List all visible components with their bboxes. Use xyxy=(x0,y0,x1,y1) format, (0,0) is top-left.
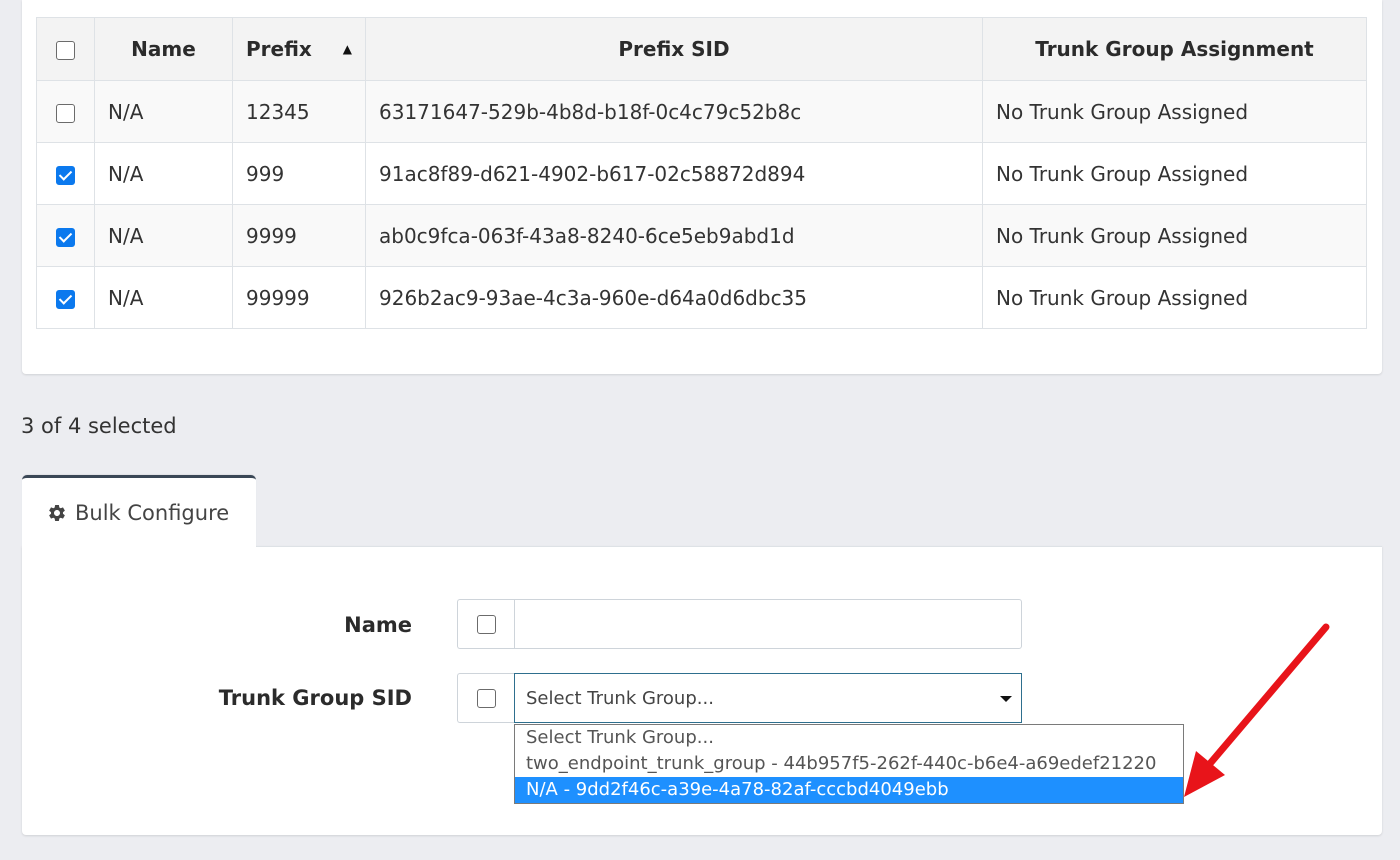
cell-prefix: 999 xyxy=(232,142,366,205)
cell-name: N/A xyxy=(94,142,233,205)
tab-label: Bulk Configure xyxy=(75,501,230,525)
selection-count: 3 of 4 selected xyxy=(21,414,177,438)
cell-prefix-sid: 63171647-529b-4b8d-b18f-0c4c79c52b8c xyxy=(365,80,983,143)
cell-trunk-group: No Trunk Group Assigned xyxy=(982,142,1367,205)
cell-trunk-group: No Trunk Group Assigned xyxy=(982,80,1367,143)
trunk-group-select[interactable]: Select Trunk Group... xyxy=(514,673,1022,723)
cell-name: N/A xyxy=(94,204,233,267)
gear-icon xyxy=(49,504,65,521)
trunk-group-dropdown-list: Select Trunk Group... two_endpoint_trunk… xyxy=(514,724,1184,804)
tab-bulk-configure[interactable]: Bulk Configure xyxy=(22,475,256,548)
name-enable-checkbox[interactable] xyxy=(477,614,496,634)
column-header-name[interactable]: Name xyxy=(94,17,233,81)
column-header-trunk-group-assignment[interactable]: Trunk Group Assignment xyxy=(982,17,1367,81)
chevron-down-icon xyxy=(1000,696,1012,702)
cell-prefix: 9999 xyxy=(232,204,366,267)
table-header-row: Name Prefix ▲ Prefix SID Trunk Group Assi… xyxy=(36,17,1367,81)
cell-name: N/A xyxy=(94,80,233,143)
cell-prefix: 99999 xyxy=(232,266,366,329)
dropdown-option[interactable]: Select Trunk Group... xyxy=(515,725,1183,751)
cell-trunk-group: No Trunk Group Assigned xyxy=(982,204,1367,267)
row-checkbox[interactable] xyxy=(56,165,75,185)
table-row[interactable]: N/A 9999 ab0c9fca-063f-43a8-8240-6ce5eb9… xyxy=(36,204,1367,267)
column-header-prefix[interactable]: Prefix ▲ xyxy=(232,17,366,81)
table-row[interactable]: N/A 99999 926b2ac9-93ae-4c3a-960e-d64a0d… xyxy=(36,266,1367,329)
cell-prefix-sid: 91ac8f89-d621-4902-b617-02c58872d894 xyxy=(365,142,983,205)
select-all-checkbox[interactable] xyxy=(56,41,75,60)
table-row[interactable]: N/A 999 91ac8f89-d621-4902-b617-02c58872… xyxy=(36,142,1367,205)
prefix-table-card: Name Prefix ▲ Prefix SID Trunk Group Assi… xyxy=(22,0,1382,374)
dropdown-option[interactable]: two_endpoint_trunk_group - 44b957f5-262f… xyxy=(515,751,1183,777)
trunk-group-sid-label: Trunk Group SID xyxy=(218,686,412,710)
cell-name: N/A xyxy=(94,266,233,329)
name-enable-addon xyxy=(457,599,515,649)
dropdown-option-highlighted[interactable]: N/A - 9dd2f46c-a39e-4a78-82af-cccbd4049e… xyxy=(515,777,1183,803)
name-field-label: Name xyxy=(344,613,412,637)
sort-ascending-icon[interactable]: ▲ xyxy=(343,42,352,56)
trunk-group-enable-addon xyxy=(457,673,515,723)
select-value: Select Trunk Group... xyxy=(526,687,714,709)
cell-prefix-sid: 926b2ac9-93ae-4c3a-960e-d64a0d6dbc35 xyxy=(365,266,983,329)
row-checkbox[interactable] xyxy=(56,103,75,123)
table-row[interactable]: N/A 12345 63171647-529b-4b8d-b18f-0c4c79… xyxy=(36,80,1367,143)
name-input[interactable] xyxy=(514,599,1022,649)
prefix-table: Name Prefix ▲ Prefix SID Trunk Group Assi… xyxy=(36,17,1367,329)
row-checkbox[interactable] xyxy=(56,227,75,247)
trunk-group-enable-checkbox[interactable] xyxy=(477,688,496,708)
row-checkbox[interactable] xyxy=(56,289,75,309)
cell-prefix: 12345 xyxy=(232,80,366,143)
cell-trunk-group: No Trunk Group Assigned xyxy=(982,266,1367,329)
annotation-arrow-icon xyxy=(1184,623,1330,797)
select-all-cell xyxy=(36,17,95,81)
column-header-prefix-sid[interactable]: Prefix SID xyxy=(365,17,983,81)
cell-prefix-sid: ab0c9fca-063f-43a8-8240-6ce5eb9abd1d xyxy=(365,204,983,267)
